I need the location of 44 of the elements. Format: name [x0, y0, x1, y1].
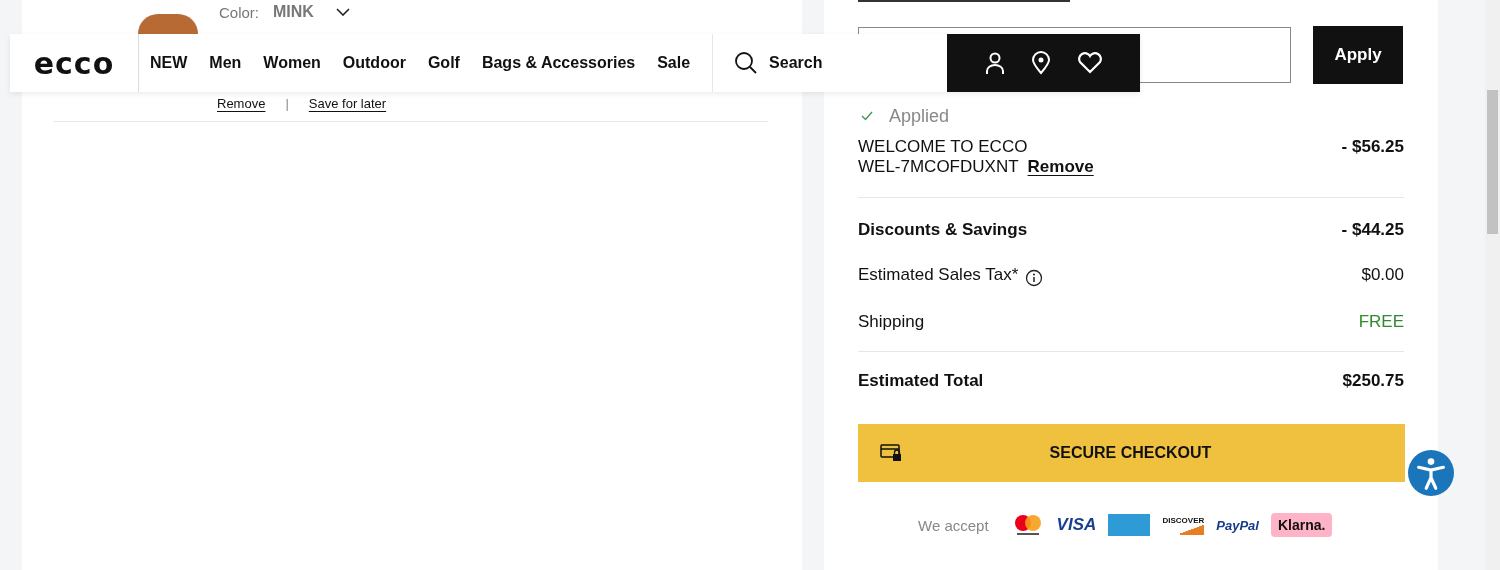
account-icon[interactable] [984, 51, 1005, 75]
total-label: Estimated Total [858, 371, 984, 391]
check-icon [861, 111, 873, 121]
summary-value: FREE [1358, 312, 1404, 332]
summary-label: Shipping [858, 312, 925, 332]
color-label: Color: [219, 3, 259, 21]
nav-link[interactable]: Bags & Accessories [481, 54, 636, 72]
color-dropdown[interactable]: MINK [273, 3, 350, 21]
we-accept-label: We accept [918, 516, 989, 534]
paypal-logo: PayPal [1216, 517, 1259, 533]
remove-link[interactable]: Remove [217, 96, 266, 111]
ecco-logo[interactable]: ecco [33, 45, 115, 81]
summary-value: $0.00 [1361, 265, 1404, 285]
summary-label: Discounts & Savings [858, 220, 1028, 240]
heart-icon[interactable] [1076, 52, 1103, 74]
secure-checkout-button[interactable]: SECURE CHECKOUT [858, 424, 1405, 482]
discount-name: WELCOME TO ECCO [858, 137, 1028, 157]
summary-value: - $44.25 [1341, 220, 1404, 240]
discount-code: WEL-7MCOFDUXNT [858, 157, 1019, 177]
save-for-later-link[interactable]: Save for later [308, 96, 387, 111]
applied-status: Applied [889, 105, 950, 127]
nav-link[interactable]: NEW [150, 54, 188, 72]
nav-link[interactable]: Women [263, 54, 321, 72]
discover-logo: DISCOVER [1162, 515, 1205, 535]
info-icon[interactable] [1025, 269, 1044, 287]
summary-label: Estimated Sales Tax* [858, 265, 1019, 285]
search-icon [734, 51, 759, 75]
apply-button[interactable]: Apply [1313, 26, 1403, 84]
remove-link[interactable]: Remove [1027, 157, 1094, 177]
nav-link[interactable]: Outdoor [342, 54, 406, 72]
chevron-down-icon [335, 8, 350, 16]
nav-link[interactable]: Golf [427, 54, 460, 72]
search-button[interactable]: Search [713, 34, 948, 92]
nav-link[interactable]: Sale [657, 54, 691, 72]
separator: | [285, 96, 289, 111]
total-value: $250.75 [1342, 371, 1404, 391]
klarna-logo: Klarna. [1270, 513, 1333, 537]
discount-amount: - $56.25 [1341, 137, 1404, 157]
nav-link[interactable]: Men [209, 54, 242, 72]
location-pin-icon[interactable] [1030, 51, 1051, 75]
visa-logo: VISA [1056, 515, 1097, 535]
accessibility-button[interactable] [1408, 450, 1454, 496]
card-lock-icon [880, 444, 902, 462]
scrollbar-thumb[interactable] [1487, 90, 1498, 234]
